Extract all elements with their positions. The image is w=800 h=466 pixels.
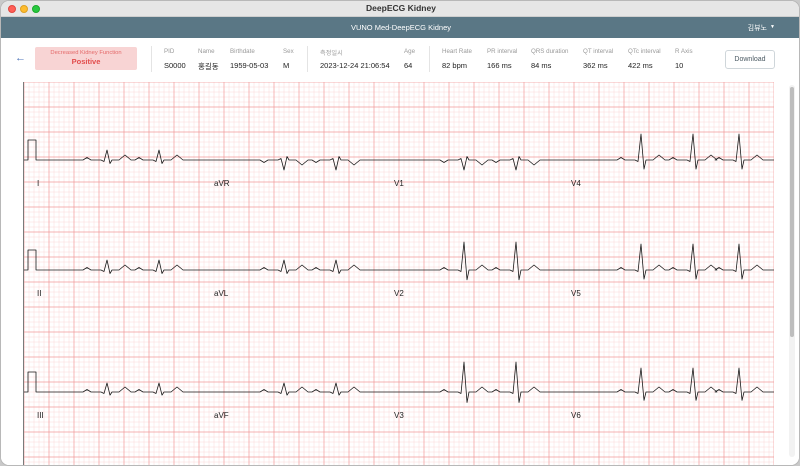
lead-label-ii: II xyxy=(37,289,41,298)
divider xyxy=(151,46,152,72)
pr-interval-label: PR interval xyxy=(487,48,518,55)
measured-at-label: 측정일시 xyxy=(320,50,343,57)
ecg-viewer: IaVR V1 V4 II aVL V2 V5 III aVF V3 V6 xyxy=(1,82,799,465)
lead-label-i: I xyxy=(37,179,39,188)
lead-label-avf: aVF xyxy=(214,411,229,420)
lead-label-iii: III xyxy=(37,411,44,420)
qrs-duration-value: 84 ms xyxy=(531,61,552,70)
lead-label-v4: V4 xyxy=(571,179,581,188)
r-axis-value: 10 xyxy=(675,61,684,70)
result-value: Positive xyxy=(71,57,101,66)
user-menu[interactable]: 김뷰노 xyxy=(748,23,767,33)
vertical-scrollbar[interactable] xyxy=(789,85,795,457)
sex-label: Sex xyxy=(283,48,294,55)
pr-interval-value: 166 ms xyxy=(487,61,512,70)
lead-label-v5: V5 xyxy=(571,289,581,298)
measured-at-value: 2023-12-24 21:06:54 xyxy=(320,61,390,70)
heart-rate-label: Heart Rate xyxy=(442,48,472,55)
ecg-chart: IaVR V1 V4 II aVL V2 V5 III aVF V3 V6 xyxy=(24,82,774,465)
app-header: VUNO Med-DeepECG Kidney 김뷰노 ▼ xyxy=(1,17,799,38)
app-title: VUNO Med-DeepECG Kidney xyxy=(350,23,452,32)
qt-interval-value: 362 ms xyxy=(583,61,608,70)
lead-label-avr: aVR xyxy=(214,179,230,188)
patient-info-bar: ← Decreased Kidney Function Positive PID… xyxy=(1,38,799,82)
app-window: DeepECG Kidney VUNO Med-DeepECG Kidney 김… xyxy=(0,0,800,466)
qt-interval-label: QT interval xyxy=(583,48,614,55)
qtc-interval-label: QTc interval xyxy=(628,48,661,55)
birthdate-value: 1959-05-03 xyxy=(230,61,269,70)
caret-down-icon[interactable]: ▼ xyxy=(770,24,775,30)
name-value: 홍길동 xyxy=(198,62,219,71)
divider xyxy=(307,46,308,72)
download-button[interactable]: Download xyxy=(725,50,775,69)
r-axis-label: R Axis xyxy=(675,48,693,55)
age-label: Age xyxy=(404,48,416,55)
result-badge: Decreased Kidney Function Positive xyxy=(35,47,137,70)
lead-label-v1: V1 xyxy=(394,179,404,188)
name-label: Name xyxy=(198,48,215,55)
lead-label-v6: V6 xyxy=(571,411,581,420)
title-bar: DeepECG Kidney xyxy=(1,1,799,17)
birthdate-label: Birthdate xyxy=(230,48,255,55)
scrollbar-thumb[interactable] xyxy=(790,87,794,337)
lead-label-v2: V2 xyxy=(394,289,404,298)
lead-label-v3: V3 xyxy=(394,411,404,420)
qrs-duration-label: QRS duration xyxy=(531,48,569,55)
heart-rate-value: 82 bpm xyxy=(442,61,468,70)
pid-label: PID xyxy=(164,48,175,55)
lead-label-avl: aVL xyxy=(214,289,229,298)
divider xyxy=(429,46,430,72)
result-label: Decreased Kidney Function xyxy=(50,50,122,56)
qtc-interval-value: 422 ms xyxy=(628,61,653,70)
pid-value: S0000 xyxy=(164,61,186,70)
sex-value: M xyxy=(283,61,290,70)
back-arrow-icon[interactable]: ← xyxy=(15,52,26,64)
age-value: 64 xyxy=(404,61,413,70)
window-title: DeepECG Kidney xyxy=(366,3,436,13)
